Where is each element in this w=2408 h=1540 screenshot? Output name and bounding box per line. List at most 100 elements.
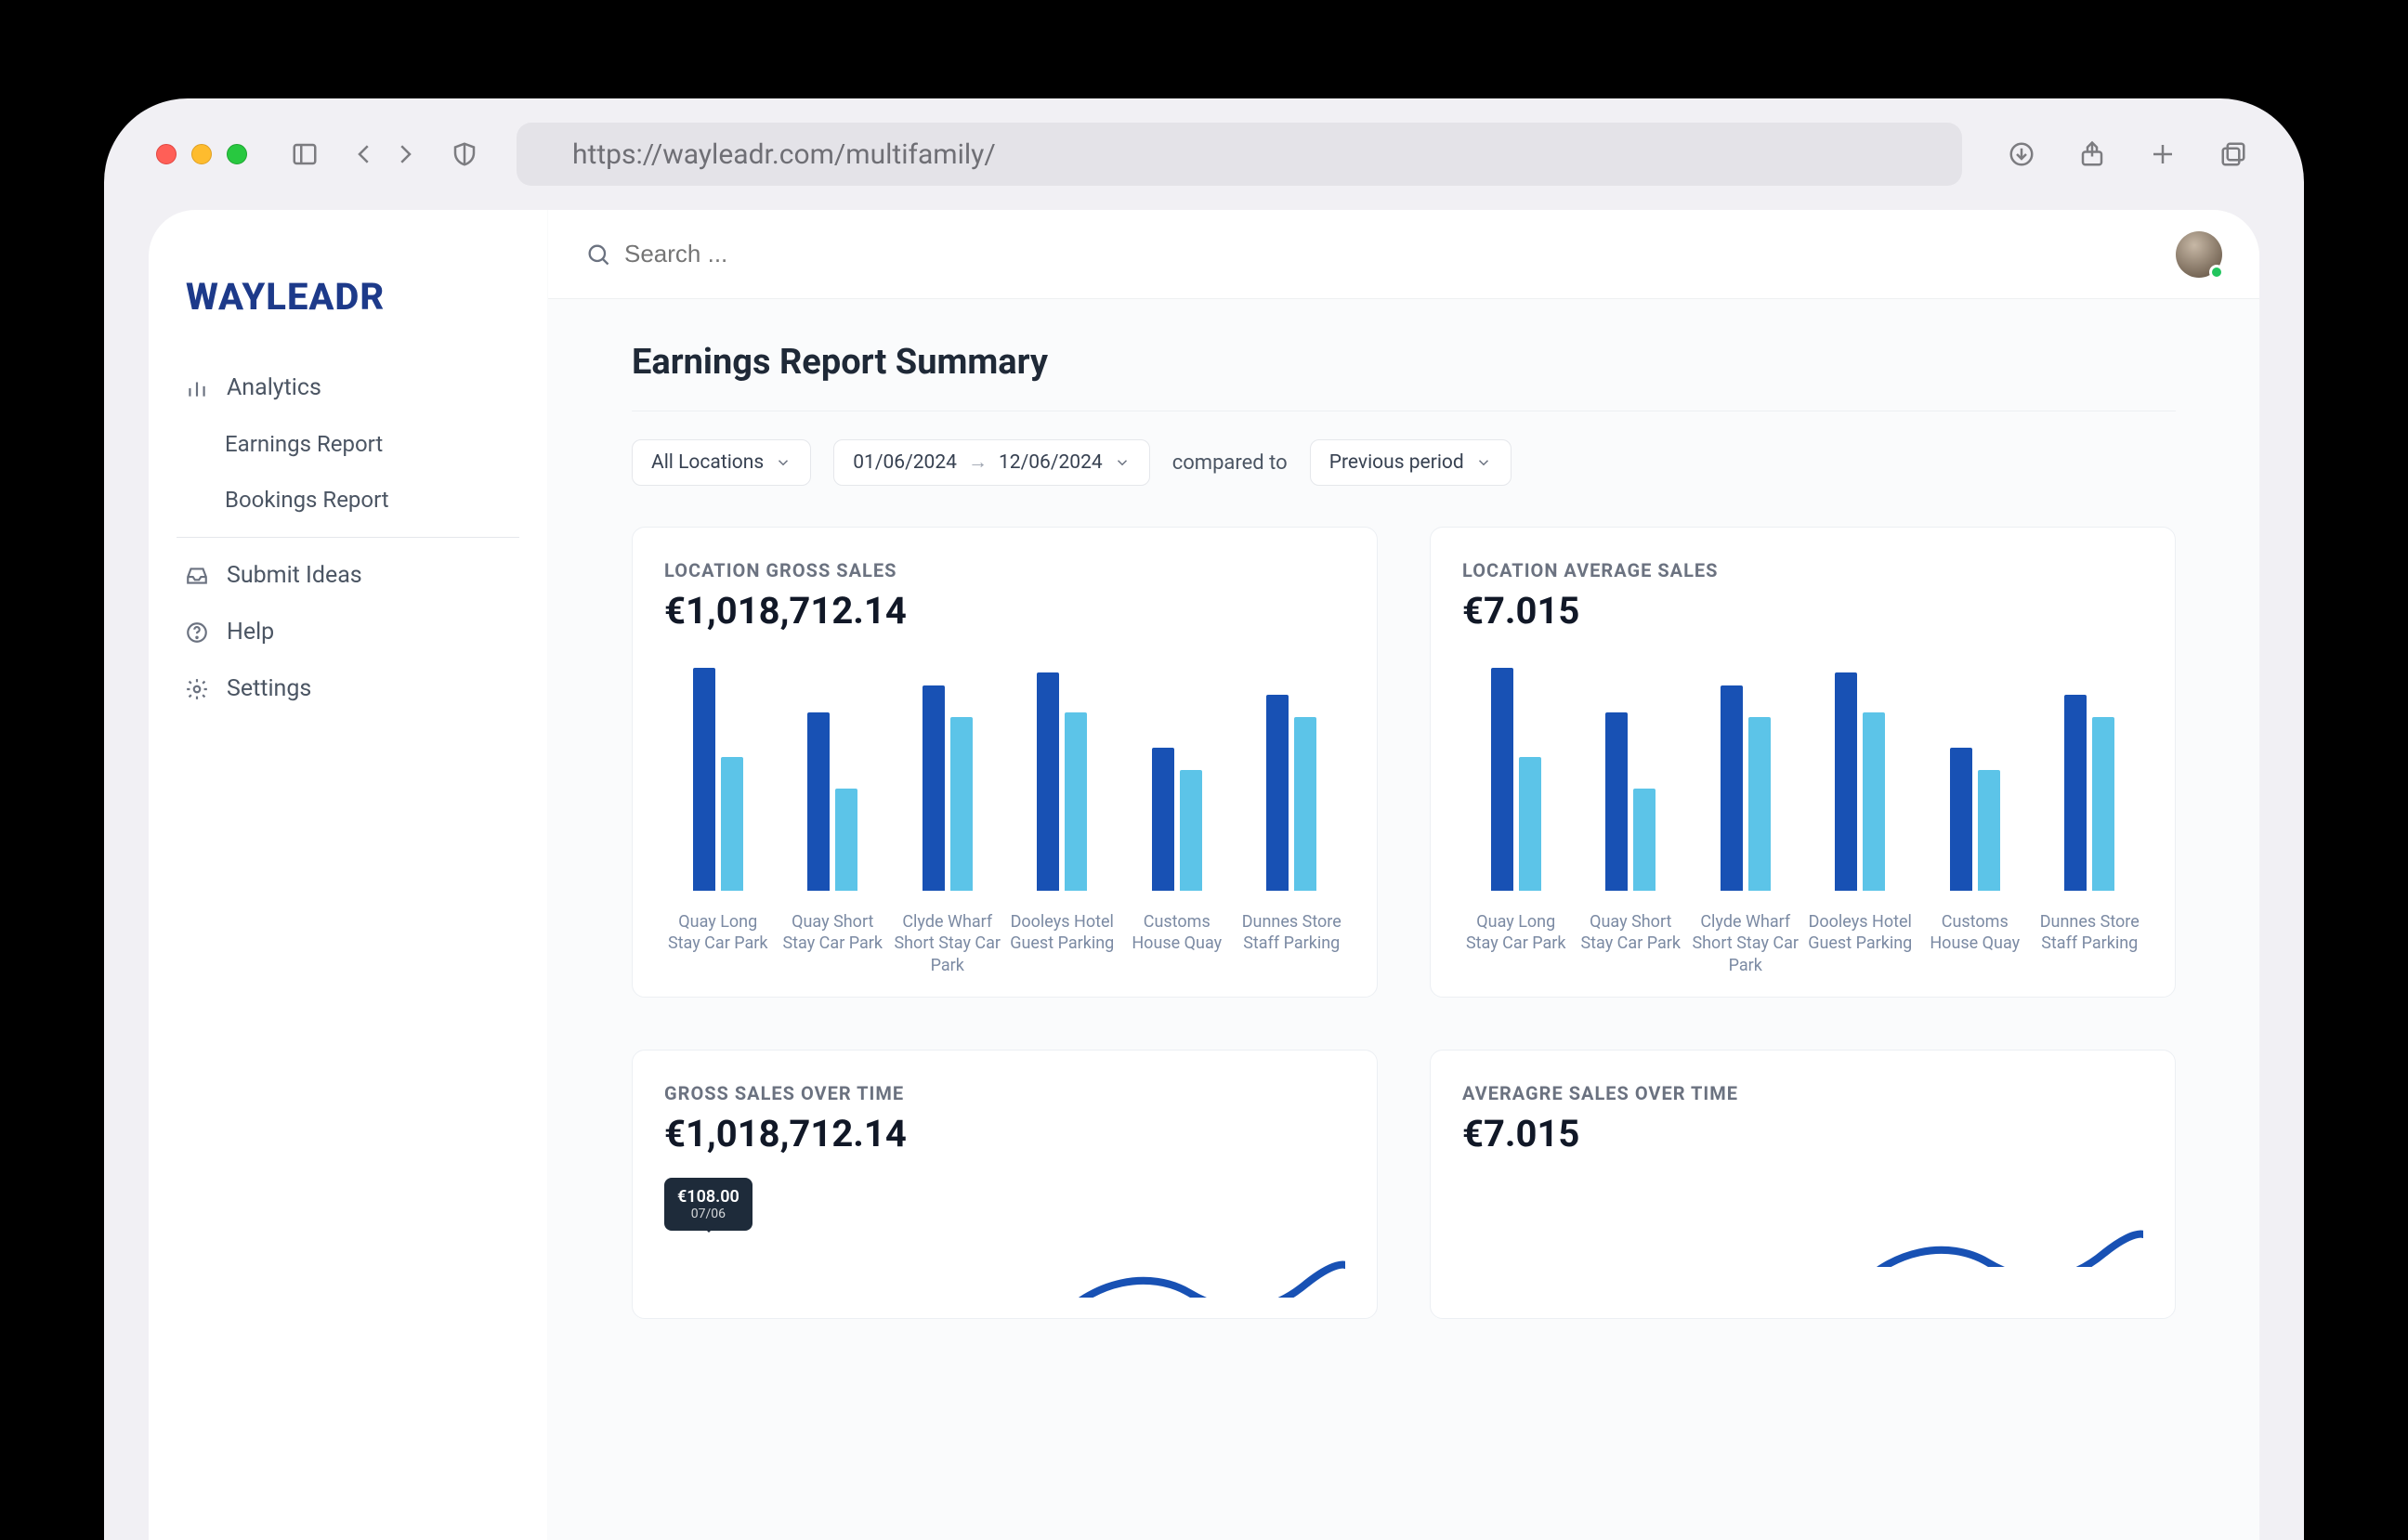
bar [1748, 717, 1771, 891]
card-location-average-sales: LOCATION AVERAGE SALES €7.015 Quay Long … [1430, 527, 2176, 998]
card-title: LOCATION AVERAGE SALES [1462, 559, 2143, 581]
brand: WAYLEADR [171, 249, 525, 359]
bar-label: Quay Long Stay Car Park [1462, 911, 1570, 976]
sidebar-item-label: Submit Ideas [227, 562, 362, 589]
bar-label: Dunnes Store Staff Parking [1238, 911, 1346, 976]
sidebar-toggle-icon[interactable] [286, 136, 323, 173]
bar-chart [664, 649, 1345, 891]
window-minimize-icon[interactable] [191, 144, 212, 164]
url-text: https://wayleadr.com/multifamily/ [572, 138, 996, 171]
bar [923, 685, 945, 891]
bar-label: Clyde Wharf Short Stay Car Park [1692, 911, 1799, 976]
share-icon[interactable] [2074, 136, 2111, 173]
bar-group [1009, 672, 1117, 891]
nav-forward-icon[interactable] [386, 136, 424, 173]
bar-group [1921, 748, 2029, 891]
bar-chart-labels: Quay Long Stay Car ParkQuay Short Stay C… [1462, 911, 2143, 976]
new-tab-icon[interactable] [2144, 136, 2181, 173]
app-shell: WAYLEADR Analytics Earnings Report Booki… [149, 210, 2259, 1540]
bar [1835, 672, 1857, 891]
bar-group [2036, 695, 2144, 891]
bar-group [1807, 672, 1915, 891]
search-icon [585, 241, 611, 268]
device-frame: https://wayleadr.com/multifamily/ [104, 98, 2304, 1540]
bar [1037, 672, 1059, 891]
filter-daterange[interactable]: 01/06/2024 → 12/06/2024 [833, 439, 1150, 486]
sidebar-item-label: Analytics [227, 374, 321, 401]
cards-row-2: GROSS SALES OVER TIME €1,018,712.14 €108… [632, 1050, 2176, 1319]
filter-compare[interactable]: Previous period [1310, 439, 1512, 486]
window-close-icon[interactable] [156, 144, 177, 164]
analytics-icon [184, 375, 210, 401]
filter-date-to: 12/06/2024 [999, 451, 1103, 474]
bar-label: Quay Short Stay Car Park [779, 911, 887, 976]
bar-label: Customs House Quay [1123, 911, 1231, 976]
bar-chart-labels: Quay Long Stay Car ParkQuay Short Stay C… [664, 911, 1345, 976]
topbar [548, 210, 2259, 299]
bar [1065, 712, 1087, 891]
card-headline: €7.015 [1462, 1112, 2143, 1155]
bar [721, 757, 743, 891]
bar-group [1123, 748, 1231, 891]
bar-group [1692, 685, 1799, 891]
browser-toolbar: https://wayleadr.com/multifamily/ [104, 98, 2304, 210]
sidebar-item-help[interactable]: Help [171, 604, 525, 660]
help-icon [184, 620, 210, 646]
chevron-down-icon [1114, 454, 1131, 471]
line-chart [664, 1242, 1345, 1298]
bar [1863, 712, 1885, 891]
gear-icon [184, 676, 210, 702]
bar-group [779, 712, 887, 891]
bar [835, 789, 857, 891]
url-bar[interactable]: https://wayleadr.com/multifamily/ [517, 123, 1962, 186]
bar [1266, 695, 1289, 891]
sidebar-item-submit-ideas[interactable]: Submit Ideas [171, 547, 525, 604]
search[interactable] [585, 240, 2176, 268]
bar [2064, 695, 2087, 891]
card-headline: €1,018,712.14 [664, 589, 1345, 633]
compare-label: compared to [1172, 451, 1288, 475]
chart-tooltip: €108.00 07/06 [664, 1178, 752, 1231]
main-panel: Earnings Report Summary All Locations 01… [548, 210, 2259, 1540]
sidebar-item-label: Bookings Report [225, 487, 389, 513]
card-average-sales-over-time: AVERAGRE SALES OVER TIME €7.015 [1430, 1050, 2176, 1319]
bar-label: Dooleys Hotel Guest Parking [1009, 911, 1117, 976]
bar-group [1238, 695, 1346, 891]
nav-back-icon[interactable] [346, 136, 383, 173]
bar-label: Dunnes Store Staff Parking [2036, 911, 2144, 976]
bar-label: Customs House Quay [1921, 911, 2029, 976]
filter-location[interactable]: All Locations [632, 439, 811, 486]
window-controls [156, 144, 247, 164]
downloads-icon[interactable] [2003, 136, 2040, 173]
bar [1491, 668, 1513, 891]
sidebar-divider [177, 537, 519, 538]
sidebar-item-label: Settings [227, 675, 311, 702]
sidebar-item-settings[interactable]: Settings [171, 660, 525, 717]
bar [1519, 757, 1541, 891]
bar [807, 712, 830, 891]
content: Earnings Report Summary All Locations 01… [548, 299, 2259, 1540]
filter-compare-label: Previous period [1329, 451, 1464, 474]
sidebar-item-bookings-report[interactable]: Bookings Report [171, 472, 525, 528]
card-title: GROSS SALES OVER TIME [664, 1082, 1345, 1104]
bar-group [664, 668, 772, 891]
avatar[interactable] [2176, 231, 2222, 278]
filter-bar: All Locations 01/06/2024 → 12/06/2024 co… [632, 439, 2176, 486]
bar-label: Quay Short Stay Car Park [1577, 911, 1685, 976]
bar [1152, 748, 1174, 891]
search-input[interactable] [624, 240, 996, 268]
sidebar-item-label: Earnings Report [225, 431, 383, 457]
window-zoom-icon[interactable] [227, 144, 247, 164]
arrow-right-icon: → [968, 451, 988, 474]
inbox-icon [184, 563, 210, 589]
card-location-gross-sales: LOCATION GROSS SALES €1,018,712.14 Quay … [632, 527, 1378, 998]
sidebar: WAYLEADR Analytics Earnings Report Booki… [149, 210, 548, 1540]
chevron-down-icon [1475, 454, 1492, 471]
tooltip-value: €108.00 [677, 1187, 739, 1207]
sidebar-item-analytics[interactable]: Analytics [171, 359, 525, 416]
tab-overview-icon[interactable] [2215, 136, 2252, 173]
filter-date-from: 01/06/2024 [853, 451, 957, 474]
bar [1978, 770, 2000, 891]
sidebar-item-earnings-report[interactable]: Earnings Report [171, 416, 525, 472]
shield-icon[interactable] [446, 136, 483, 173]
